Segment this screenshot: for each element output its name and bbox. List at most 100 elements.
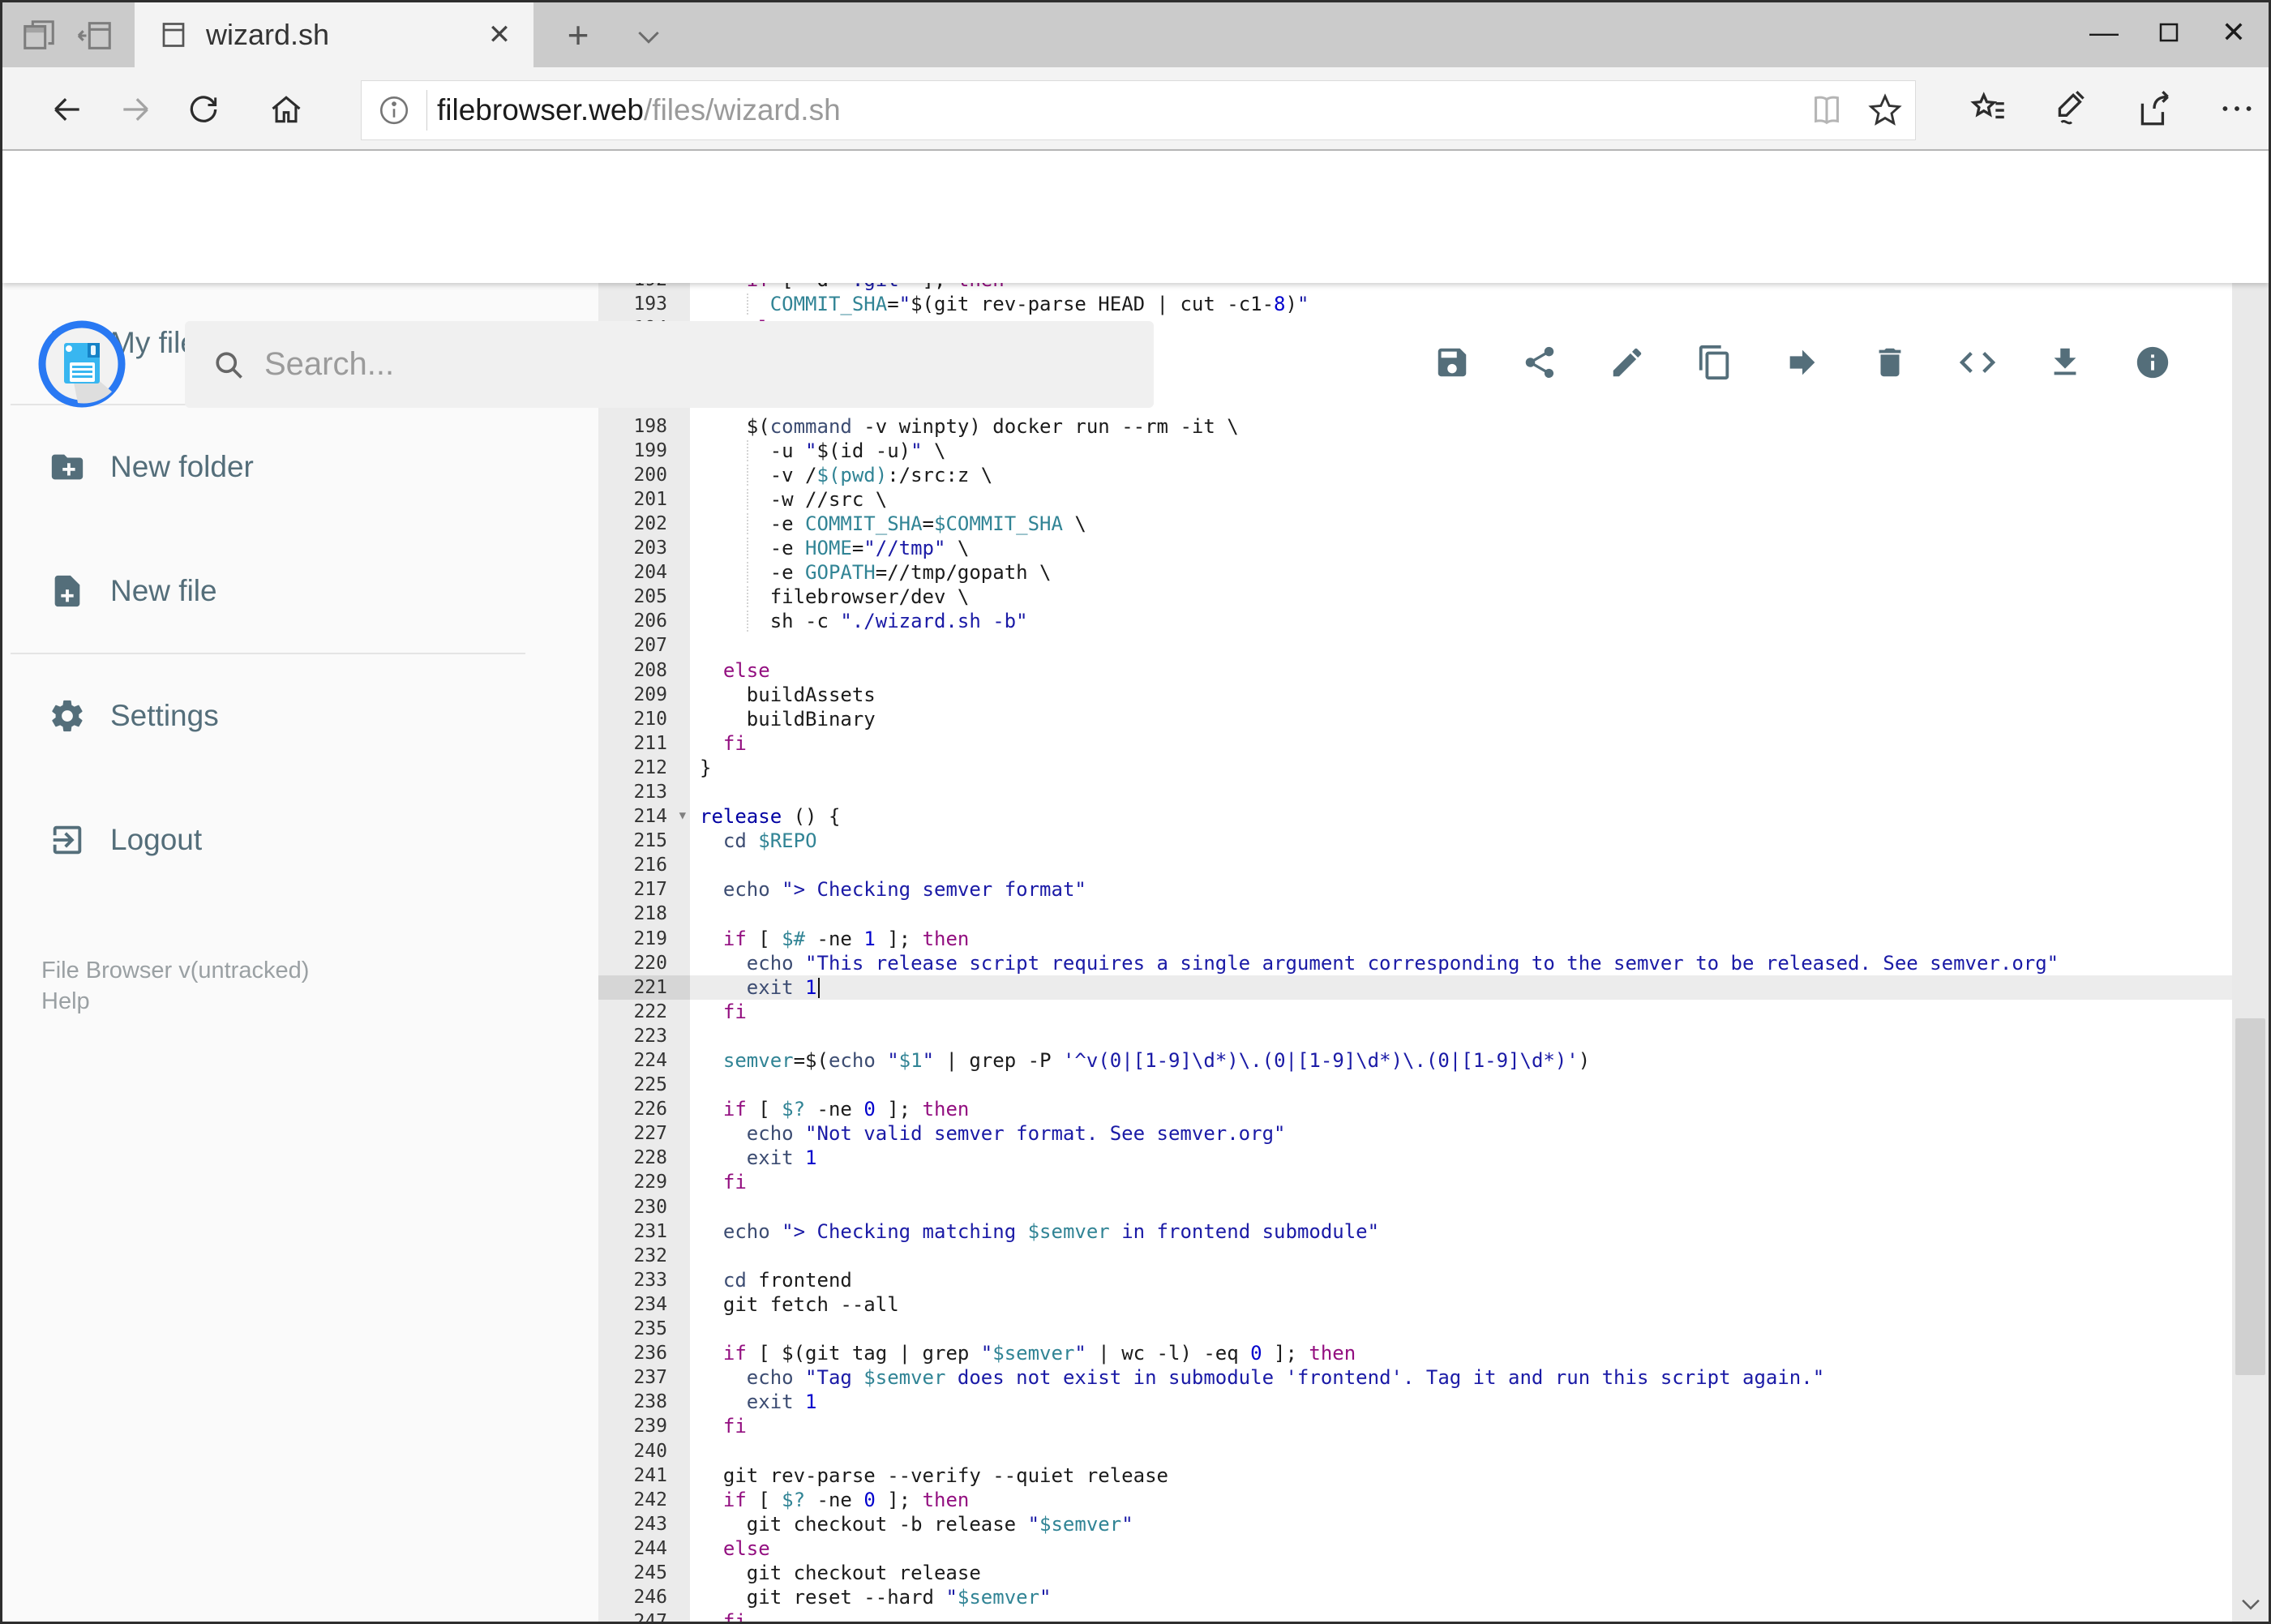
code-line[interactable]: } (690, 756, 2232, 780)
sidebar-item-settings[interactable]: Settings (2, 671, 570, 761)
code-line[interactable]: -w //src \ (690, 487, 2232, 512)
code-line[interactable]: git reset --hard "$semver" (690, 1585, 2232, 1609)
code-line[interactable]: fi (690, 731, 2232, 756)
code-line[interactable]: echo "This release script requires a sin… (690, 951, 2232, 975)
code-line[interactable]: cd $REPO (690, 829, 2232, 853)
save-button[interactable] (1433, 344, 1471, 381)
site-info-icon[interactable] (362, 93, 426, 127)
code-line[interactable]: echo "> Checking semver format" (690, 877, 2232, 902)
code-line[interactable]: $(command -v winpty) docker run --rm -it… (690, 414, 2232, 439)
tab-close-icon[interactable]: ✕ (483, 19, 516, 51)
rename-button[interactable] (1609, 344, 1646, 381)
code-line[interactable]: filebrowser/dev \ (690, 585, 2232, 609)
code-line[interactable]: else (690, 1536, 2232, 1561)
vertical-scrollbar[interactable] (2232, 151, 2269, 1622)
code-line[interactable]: exit 1 (690, 975, 2232, 1000)
code-line[interactable]: git fetch --all (690, 1292, 2232, 1317)
browser-tab[interactable]: wizard.sh ✕ (135, 2, 533, 67)
line-number: 240 (633, 1440, 667, 1462)
code-line[interactable]: buildAssets (690, 683, 2232, 707)
code-line[interactable]: else (690, 658, 2232, 683)
scroll-down-icon[interactable] (2232, 1586, 2269, 1622)
code-line[interactable]: fi (690, 1170, 2232, 1194)
favorite-star-icon[interactable] (1866, 92, 1904, 129)
reading-view-icon[interactable] (1808, 92, 1845, 129)
move-button[interactable] (1784, 344, 1821, 381)
code-line[interactable]: echo "Tag $semver does not exist in subm… (690, 1365, 2232, 1390)
code-line[interactable] (690, 1439, 2232, 1463)
code-line[interactable]: if [ $? -ne 0 ]; then (690, 1488, 2232, 1512)
forward-icon[interactable] (118, 92, 153, 127)
code-line[interactable] (690, 780, 2232, 804)
set-tabs-aside-icon[interactable] (77, 17, 114, 54)
code-line[interactable]: fi (690, 1414, 2232, 1438)
refresh-icon[interactable] (186, 92, 221, 127)
browser-navbar: filebrowser.web/files/wizard.sh (2, 67, 2269, 151)
help-link[interactable]: Help (41, 988, 90, 1015)
code-line[interactable]: -e GOPATH=//tmp/gopath \ (690, 560, 2232, 585)
code-line[interactable]: exit 1 (690, 1146, 2232, 1170)
line-number: 223 (633, 1025, 667, 1047)
code-line[interactable]: semver=$(echo "$1" | grep -P '^v(0|[1-9]… (690, 1048, 2232, 1073)
copy-button[interactable] (1696, 344, 1733, 381)
code-line[interactable]: exit 1 (690, 1390, 2232, 1414)
code-line[interactable]: -e COMMIT_SHA=$COMMIT_SHA \ (690, 512, 2232, 536)
code-line[interactable]: sh -c "./wizard.sh -b" (690, 609, 2232, 633)
sidebar-item-new-file[interactable]: New file (2, 546, 570, 636)
code-line[interactable]: buildBinary (690, 707, 2232, 731)
maximize-button[interactable] (2140, 9, 2197, 56)
scrollbar-thumb[interactable] (2235, 1018, 2265, 1375)
code-line[interactable] (690, 902, 2232, 926)
code-line[interactable] (690, 1073, 2232, 1097)
code-line[interactable]: if [ $# -ne 1 ]; then (690, 927, 2232, 951)
code-line[interactable]: fi (690, 1000, 2232, 1024)
address-bar[interactable]: filebrowser.web/files/wizard.sh (361, 80, 1916, 140)
tab-list-chevron-icon[interactable] (631, 20, 666, 53)
code-line[interactable]: COMMIT_SHA="$(git rev-parse HEAD | cut -… (690, 292, 2232, 316)
code-line[interactable] (690, 633, 2232, 658)
code-line[interactable]: if [ $(git tag | grep "$semver" | wc -l)… (690, 1341, 2232, 1365)
delete-button[interactable] (1871, 344, 1909, 381)
line-number: 217 (633, 879, 667, 901)
code-line[interactable]: echo "> Checking matching $semver in fro… (690, 1219, 2232, 1244)
search-input[interactable]: Search... (185, 321, 1154, 408)
code-line[interactable]: git checkout release (690, 1561, 2232, 1585)
code-editor[interactable]: if [ -d ".git" ]; then COMMIT_SHA="$(git… (690, 283, 2232, 1622)
code-line[interactable] (690, 1317, 2232, 1341)
code-line[interactable]: cd frontend (690, 1268, 2232, 1292)
info-button[interactable] (2134, 344, 2171, 381)
download-button[interactable] (2046, 344, 2084, 381)
code-line[interactable]: release () { (690, 804, 2232, 829)
close-button[interactable]: ✕ (2205, 9, 2262, 56)
web-note-pen-icon[interactable] (2051, 88, 2092, 129)
sidebar-item-new-folder[interactable]: New folder (2, 422, 570, 512)
fold-arrow-icon[interactable]: ▼ (679, 803, 686, 828)
code-line[interactable]: if [ $? -ne 0 ]; then (690, 1097, 2232, 1121)
favorites-hub-icon[interactable] (1969, 88, 2009, 129)
sidebar-item-logout[interactable]: Logout (2, 795, 570, 885)
settings-more-icon[interactable] (2217, 88, 2257, 129)
code-line[interactable] (690, 1244, 2232, 1268)
home-icon[interactable] (268, 92, 304, 127)
line-number: 205 (633, 586, 667, 608)
code-line[interactable]: -v /$(pwd):/src:z \ (690, 463, 2232, 487)
back-icon[interactable] (49, 92, 85, 127)
share-page-icon[interactable] (2134, 88, 2175, 129)
tab-preview-icon[interactable] (20, 17, 58, 54)
code-line[interactable]: -e HOME="//tmp" \ (690, 536, 2232, 560)
code-line[interactable]: fi (690, 1609, 2232, 1622)
code-line[interactable]: git rev-parse --verify --quiet release (690, 1463, 2232, 1488)
code-view-button[interactable] (1959, 344, 1996, 381)
code-line[interactable]: git checkout -b release "$semver" (690, 1512, 2232, 1536)
minimize-button[interactable]: — (2076, 9, 2132, 56)
line-number: 244 (633, 1537, 667, 1559)
code-line[interactable]: if [ -d ".git" ]; then (690, 283, 2232, 292)
code-line[interactable] (690, 1195, 2232, 1219)
code-line[interactable]: echo "Not valid semver format. See semve… (690, 1121, 2232, 1146)
share-button[interactable] (1521, 344, 1558, 381)
code-line[interactable] (690, 853, 2232, 877)
new-tab-button[interactable]: + (559, 15, 598, 54)
code-line[interactable] (690, 1024, 2232, 1048)
code-line[interactable]: -u "$(id -u)" \ (690, 439, 2232, 463)
filebrowser-logo[interactable] (37, 317, 126, 411)
